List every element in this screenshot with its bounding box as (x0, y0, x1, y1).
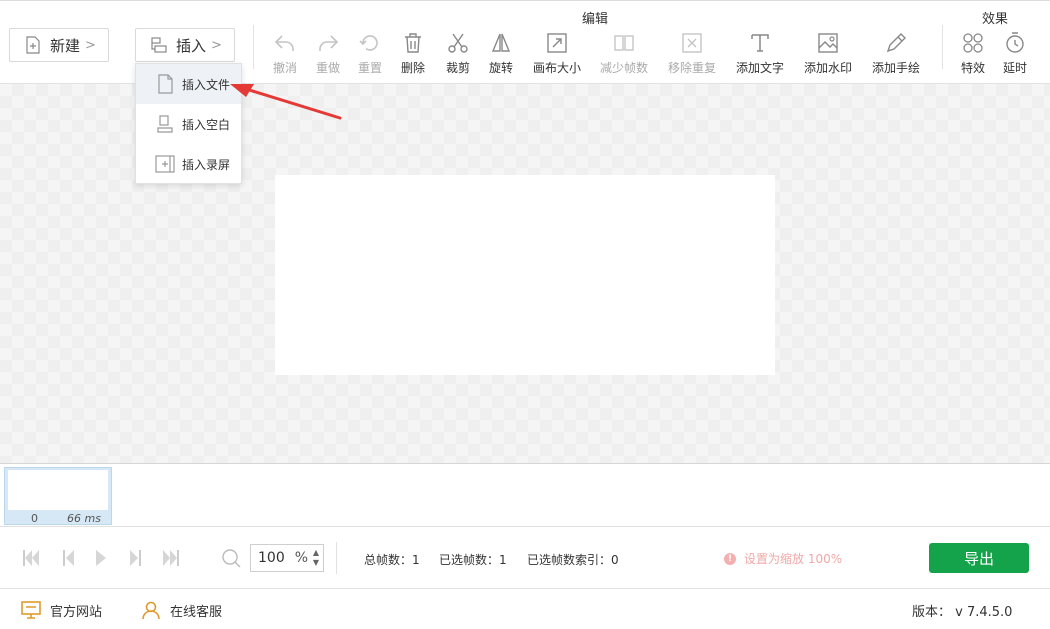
crop-button[interactable]: 裁剪 (446, 31, 470, 76)
toolbar-divider (942, 25, 943, 69)
effects-label: 特效 (961, 61, 986, 75)
frame-index: 0 (31, 512, 38, 525)
zoom-input[interactable]: 100 % ▲ ▼ (250, 544, 324, 572)
reduce-frames-label: 减少帧数 (600, 61, 649, 75)
add-drawing-button[interactable]: 添加手绘 (872, 31, 920, 76)
undo-button[interactable]: 撤消 (273, 31, 297, 76)
previous-frame-icon[interactable] (58, 547, 80, 569)
text-icon (751, 34, 769, 52)
delete-button[interactable]: 删除 (401, 31, 425, 76)
effects-group-title: 效果 (982, 12, 1009, 27)
zoom-stepper[interactable]: ▲ ▼ (313, 548, 319, 568)
rotate-label: 旋转 (489, 61, 514, 75)
new-button[interactable]: 新建 > (9, 28, 109, 62)
reset-icon (359, 35, 378, 51)
menu-item-insert-blank[interactable]: 插入空白 (136, 104, 241, 144)
insert-file-icon (158, 74, 173, 94)
canvas-size-icon (547, 33, 567, 53)
remove-duplicates-label: 移除重复 (668, 61, 717, 75)
trash-icon (405, 33, 421, 53)
zoom-hint[interactable]: ! 设置为缩放 100% (724, 550, 842, 567)
reduce-frames-icon (614, 35, 634, 51)
remove-duplicates-icon (682, 33, 702, 53)
version-text: 版本： v 7.4.5.0 (912, 605, 1013, 620)
total-frames-text: 总帧数：1 (364, 553, 420, 567)
chevron-right-icon: > (85, 37, 96, 53)
annotation-arrow (230, 84, 342, 120)
watermark-icon (818, 33, 838, 53)
delay-button[interactable]: 延时 (1003, 31, 1027, 76)
zoom-unit: % (294, 550, 309, 566)
crop-label: 裁剪 (446, 61, 471, 75)
menu-item-insert-file[interactable]: 插入文件 (136, 64, 241, 104)
reduce-frames-button[interactable]: 减少帧数 (600, 31, 648, 76)
zoom-hint-text: 设置为缩放 100% (744, 552, 843, 566)
new-button-label: 新建 (50, 36, 81, 55)
undo-label: 撤消 (273, 61, 298, 75)
export-button[interactable]: 导出 (929, 543, 1029, 573)
online-support-link[interactable]: 在线客服 (140, 600, 222, 620)
frame-duration: 66 ms (67, 512, 101, 525)
zoom-icon[interactable] (220, 547, 242, 569)
delay-label: 延时 (1003, 61, 1028, 75)
undo-icon (274, 35, 294, 51)
next-frame-icon[interactable] (124, 547, 146, 569)
reset-label: 重置 (358, 61, 383, 75)
menu-item-label: 插入文件 (182, 77, 231, 92)
chevron-right-icon: > (211, 37, 222, 53)
last-frame-icon[interactable] (160, 547, 182, 569)
delete-label: 删除 (401, 61, 426, 75)
remove-duplicates-button[interactable]: 移除重复 (668, 31, 716, 76)
play-icon[interactable] (90, 547, 112, 569)
zoom-value: 100 (258, 550, 285, 566)
insert-recording-icon (155, 155, 175, 173)
selected-index-text: 已选帧数索引：0 (527, 553, 619, 567)
effects-icon (963, 33, 983, 53)
redo-icon (319, 35, 339, 51)
effects-button[interactable]: 特效 (961, 31, 985, 76)
insert-icon (151, 37, 167, 53)
official-website-label: 官方网站 (50, 604, 103, 620)
online-support-label: 在线客服 (170, 604, 223, 620)
menu-item-insert-recording[interactable]: 插入录屏 (136, 144, 241, 184)
menu-item-label: 插入空白 (182, 117, 231, 132)
info-icon: ! (724, 552, 736, 565)
official-website-link[interactable]: 官方网站 (20, 600, 102, 620)
add-watermark-label: 添加水印 (804, 61, 853, 75)
playback-bar: 100 % ▲ ▼ 总帧数：1 已选帧数：1 已选帧数索引：0 ! 设置为缩放 1… (0, 528, 1050, 588)
monitor-icon (21, 601, 41, 619)
menu-item-label: 插入录屏 (182, 157, 231, 172)
add-text-label: 添加文字 (736, 61, 785, 75)
add-drawing-label: 添加手绘 (872, 61, 921, 75)
reset-button[interactable]: 重置 (358, 31, 382, 76)
frame-preview (8, 470, 108, 510)
insert-button-label: 插入 (176, 36, 207, 55)
timer-icon (1006, 32, 1024, 53)
insert-dropdown-menu: 插入文件 插入空白 插入录屏 (135, 63, 242, 184)
redo-label: 重做 (316, 61, 341, 75)
pencil-icon (886, 33, 906, 53)
frame-thumbnail[interactable]: 0 66 ms (4, 467, 112, 525)
add-text-button[interactable]: 添加文字 (736, 31, 784, 76)
canvas-size-button[interactable]: 画布大小 (533, 31, 581, 76)
canvas-size-label: 画布大小 (533, 61, 582, 75)
new-file-icon (26, 36, 40, 54)
selected-frames-text: 已选帧数：1 (439, 553, 507, 567)
playback-divider (336, 542, 337, 574)
user-icon (142, 601, 160, 620)
add-watermark-button[interactable]: 添加水印 (804, 31, 852, 76)
scissors-icon (448, 33, 468, 53)
footer: 官方网站 在线客服 版本： v 7.4.5.0 (0, 588, 1050, 629)
insert-blank-icon (157, 115, 173, 133)
edit-group-title: 编辑 (582, 12, 609, 27)
insert-button[interactable]: 插入 > (135, 28, 235, 62)
toolbar-divider (253, 25, 254, 69)
rotate-icon (491, 33, 511, 52)
first-frame-icon[interactable] (20, 547, 42, 569)
rotate-button[interactable]: 旋转 (489, 31, 513, 76)
frames-strip: 0 66 ms (0, 464, 1050, 527)
redo-button[interactable]: 重做 (316, 31, 340, 76)
image-canvas[interactable] (275, 175, 775, 375)
